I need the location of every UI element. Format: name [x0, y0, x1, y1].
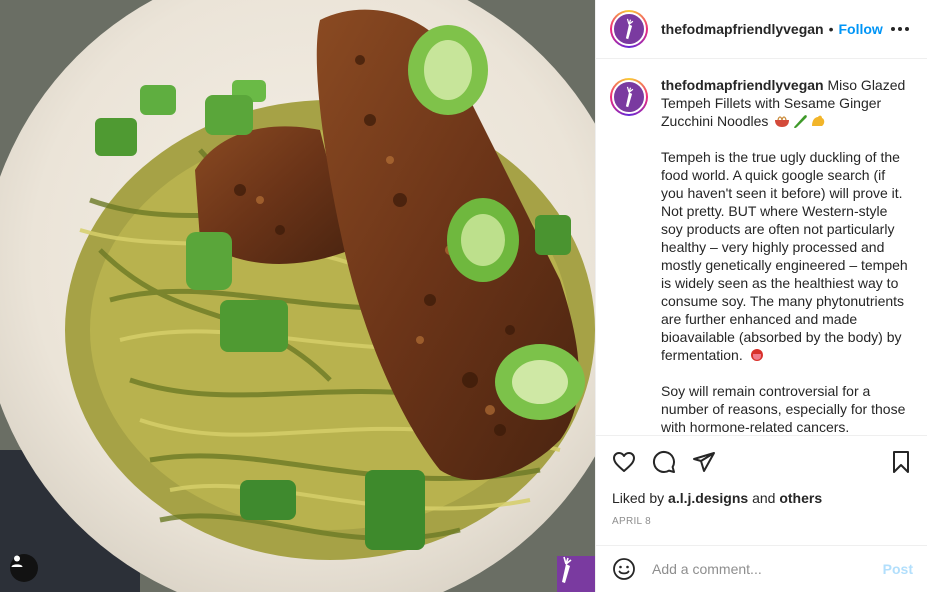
food-photo-illustration [0, 0, 595, 592]
avatar[interactable] [610, 10, 648, 48]
comment-icon[interactable] [652, 450, 676, 474]
smiley-icon[interactable] [612, 557, 636, 581]
caption-username[interactable]: thefodmapfriendlyvegan [661, 77, 824, 93]
caption-paragraph-1: Tempeh is the true ugly duckling of the … [661, 149, 908, 363]
flexed-biceps-emoji [812, 115, 825, 126]
carrot-icon [562, 556, 572, 583]
liked-by-label: Liked by [612, 490, 665, 506]
liked-by-user-link[interactable]: a.l.j.designs [668, 490, 748, 506]
paper-plane-icon[interactable] [692, 450, 716, 474]
add-comment-bar: Post [596, 545, 927, 592]
carrot-icon [625, 18, 634, 40]
post-actions: Liked by a.l.j.designs and others April … [596, 435, 927, 545]
caption-area: thefodmapfriendlyvegan Miso Glazed Tempe… [596, 60, 927, 434]
avatar[interactable] [610, 78, 648, 116]
caption-paragraph-2: Soy will remain controversial for a numb… [661, 383, 906, 434]
bowl-noodles-emoji [775, 116, 790, 127]
post-comment-button[interactable]: Post [883, 561, 913, 577]
liked-by-others-link[interactable]: others [779, 490, 822, 506]
post-side-panel: thefodmapfriendlyvegan • Follow thefodma… [595, 0, 927, 592]
post-date[interactable]: April 8 [612, 516, 913, 527]
tongue-emoji [750, 349, 763, 361]
cucumber-emoji [794, 115, 808, 128]
heart-icon[interactable] [612, 450, 636, 474]
header-username[interactable]: thefodmapfriendlyvegan [661, 21, 824, 37]
liked-by-and: and [752, 490, 776, 506]
bookmark-icon[interactable] [889, 450, 913, 474]
more-horizontal-icon[interactable] [887, 23, 913, 35]
brand-carrot-logo [557, 556, 595, 592]
post-header: thefodmapfriendlyvegan • Follow [596, 0, 927, 59]
comment-input[interactable] [652, 561, 883, 577]
likes-summary: Liked by a.l.j.designs and others [612, 490, 913, 506]
user-icon [11, 555, 23, 567]
post-image[interactable] [0, 0, 595, 592]
caption-text: thefodmapfriendlyvegan Miso Glazed Tempe… [661, 76, 911, 434]
separator-dot: • [828, 21, 834, 37]
carrot-icon [625, 86, 634, 108]
follow-button[interactable]: Follow [839, 21, 883, 37]
tagged-users-button[interactable] [10, 554, 38, 582]
